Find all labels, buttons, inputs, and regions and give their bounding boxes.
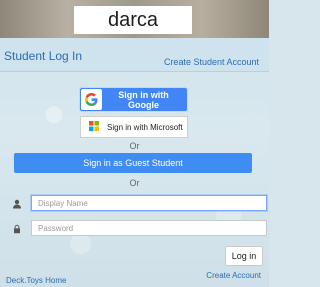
google-sign-in-button[interactable]: Sign in with Google <box>80 88 187 111</box>
display-name-input[interactable] <box>31 195 267 211</box>
microsoft-sign-in-label: Sign in with Microsoft <box>107 122 183 132</box>
google-sign-in-label: Sign in with Google <box>118 89 169 110</box>
guest-sign-in-button[interactable]: Sign in as Guest Student <box>14 153 252 173</box>
password-row <box>10 220 267 238</box>
microsoft-logo-icon <box>89 118 99 136</box>
microsoft-sign-in-button[interactable]: Sign in with Microsoft <box>80 116 188 138</box>
brand-logo-box: darca <box>74 6 192 34</box>
deck-toys-home-link[interactable]: Deck.Toys Home <box>6 276 66 285</box>
top-banner: darca <box>0 0 269 38</box>
page-title: Student Log In <box>4 49 83 63</box>
lock-icon <box>10 222 24 236</box>
user-icon <box>10 197 24 211</box>
or-divider-2: Or <box>129 178 140 188</box>
brand-name: darca <box>107 8 159 31</box>
create-student-account-link[interactable]: Create Student Account <box>164 57 259 67</box>
create-account-link[interactable]: Create Account <box>206 271 261 280</box>
password-input[interactable] <box>31 220 267 236</box>
login-button[interactable]: Log in <box>225 246 263 266</box>
google-g-icon <box>81 89 102 110</box>
or-divider-1: Or <box>129 141 140 151</box>
display-name-row <box>10 195 267 213</box>
